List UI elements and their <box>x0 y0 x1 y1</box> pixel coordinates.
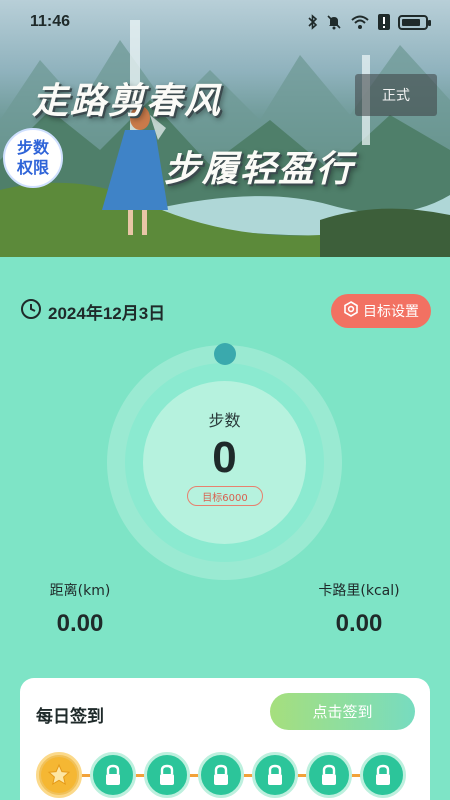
clock-icon <box>20 298 42 324</box>
star-coin-icon <box>47 763 71 787</box>
slogan-line-1: 走路剪春风 <box>32 80 223 122</box>
step-permission-label: 步数权限 <box>16 138 49 177</box>
status-icons <box>308 14 431 30</box>
status-bar: 11:46 <box>0 0 450 44</box>
mute-bell-icon <box>326 14 342 30</box>
calories-stat: 卡路里(kcal) 0.00 <box>303 580 415 638</box>
checkin-day-1[interactable] <box>36 752 82 798</box>
date-text: 2024年12月3日 <box>48 303 166 323</box>
wifi-icon <box>350 14 370 30</box>
checkin-day-6[interactable] <box>306 752 352 798</box>
lock-icon <box>211 764 231 786</box>
steps-label: 步数 <box>208 411 241 430</box>
lock-icon <box>157 764 177 786</box>
status-time: 11:46 <box>30 13 71 30</box>
calories-value: 0.00 <box>335 610 383 637</box>
checkin-button[interactable]: 点击签到 <box>270 693 415 730</box>
lock-icon <box>319 764 339 786</box>
step-permission-badge[interactable]: 步数权限 <box>3 128 63 188</box>
battery-icon <box>398 14 431 30</box>
distance-stat: 距离(km) 0.00 <box>28 580 132 638</box>
checkin-day-3[interactable] <box>144 752 190 798</box>
ring-progress-dot <box>214 343 236 365</box>
lock-icon <box>265 764 285 786</box>
lock-icon <box>373 764 393 786</box>
environment-badge[interactable]: 正式 <box>355 74 437 116</box>
distance-label: 距离(km) <box>49 583 111 599</box>
calories-label: 卡路里(kcal) <box>318 583 400 599</box>
checkin-day-4[interactable] <box>198 752 244 798</box>
steps-value: 0 <box>212 433 237 482</box>
steps-goal-badge: 目标6000 <box>187 486 263 506</box>
alert-icon <box>378 14 390 30</box>
step-progress-ring: 步数 0 目标6000 <box>107 343 342 580</box>
goal-setting-button[interactable]: 目标设置 <box>331 294 431 328</box>
banner: 11:46 走路剪春风 步履轻盈行 正式 步数权限 <box>0 0 450 257</box>
checkin-day-5[interactable] <box>252 752 298 798</box>
date-row: 2024年12月3日 <box>20 298 165 324</box>
slogan-line-2: 步履轻盈行 <box>164 148 355 190</box>
checkin-title: 每日签到 <box>36 707 104 727</box>
checkin-day-2[interactable] <box>90 752 136 798</box>
bluetooth-icon <box>308 14 318 30</box>
lock-icon <box>103 764 123 786</box>
daily-checkin-card: 每日签到 点击签到 <box>20 678 430 800</box>
goal-setting-label: 目标设置 <box>363 304 419 320</box>
battery-level-fill <box>402 18 420 26</box>
distance-value: 0.00 <box>56 610 104 637</box>
settings-icon <box>343 301 359 321</box>
checkin-day-7[interactable] <box>360 752 406 798</box>
